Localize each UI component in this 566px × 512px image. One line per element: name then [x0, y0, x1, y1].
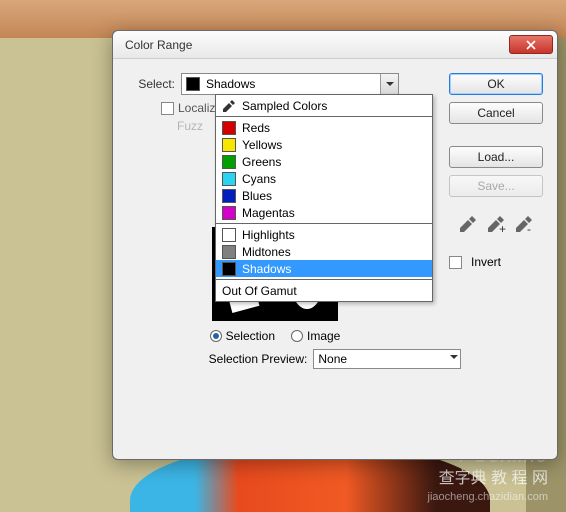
dropdown-item[interactable]: Blues	[216, 187, 432, 204]
color-swatch-icon	[222, 206, 236, 220]
color-swatch-icon	[222, 228, 236, 242]
invert-checkbox-row[interactable]: Invert	[449, 255, 543, 269]
color-swatch-icon	[222, 155, 236, 169]
eyedropper-minus-icon[interactable]: -	[514, 214, 534, 234]
dropdown-item[interactable]: Yellows	[216, 136, 432, 153]
radio-icon	[291, 330, 303, 342]
color-swatch-icon	[222, 189, 236, 203]
invert-checkbox[interactable]	[449, 256, 462, 269]
radio-image[interactable]: Image	[291, 329, 340, 343]
radio-icon	[210, 330, 222, 342]
eyedropper-icon	[222, 99, 236, 113]
dropdown-item[interactable]: Cyans	[216, 170, 432, 187]
color-swatch-icon	[222, 172, 236, 186]
titlebar[interactable]: Color Range	[113, 31, 557, 59]
color-swatch-icon	[222, 121, 236, 135]
select-dropdown-list[interactable]: Sampled Colors RedsYellowsGreensCyansBlue…	[215, 94, 433, 302]
save-button: Save...	[449, 175, 543, 197]
dropdown-item[interactable]: Sampled Colors	[216, 97, 432, 114]
load-button[interactable]: Load...	[449, 146, 543, 168]
selection-preview-label: Selection Preview:	[209, 352, 308, 366]
dropdown-item[interactable]: Reds	[216, 119, 432, 136]
selected-swatch-icon	[186, 77, 200, 91]
eyedropper-tools: + -	[449, 214, 543, 234]
selected-value: Shadows	[206, 77, 255, 91]
chevron-down-icon	[380, 74, 398, 94]
localized-checkbox[interactable]	[161, 102, 174, 115]
selection-preview-dropdown[interactable]: None	[313, 349, 461, 369]
select-label: Select:	[125, 77, 181, 91]
chevron-down-icon	[450, 355, 458, 363]
select-dropdown[interactable]: Shadows	[181, 73, 399, 95]
color-swatch-icon	[222, 262, 236, 276]
color-range-dialog: Color Range Select: Shadows Localize Fuz…	[112, 30, 558, 460]
dropdown-item[interactable]: Out Of Gamut	[216, 282, 432, 299]
close-button[interactable]	[509, 35, 553, 54]
dialog-title: Color Range	[125, 38, 192, 52]
invert-label: Invert	[471, 255, 501, 269]
color-swatch-icon	[222, 138, 236, 152]
close-icon	[526, 40, 536, 50]
dropdown-item[interactable]: Highlights	[216, 226, 432, 243]
dropdown-item[interactable]: Midtones	[216, 243, 432, 260]
cancel-button[interactable]: Cancel	[449, 102, 543, 124]
svg-text:-: -	[527, 222, 531, 234]
eyedropper-plus-icon[interactable]: +	[486, 214, 506, 234]
dropdown-item[interactable]: Shadows	[216, 260, 432, 277]
color-swatch-icon	[222, 245, 236, 259]
dropdown-item[interactable]: Greens	[216, 153, 432, 170]
svg-text:+: +	[499, 222, 506, 234]
radio-selection[interactable]: Selection	[210, 329, 275, 343]
ok-button[interactable]: OK	[449, 73, 543, 95]
eyedropper-icon[interactable]	[458, 214, 478, 234]
dropdown-item[interactable]: Magentas	[216, 204, 432, 221]
